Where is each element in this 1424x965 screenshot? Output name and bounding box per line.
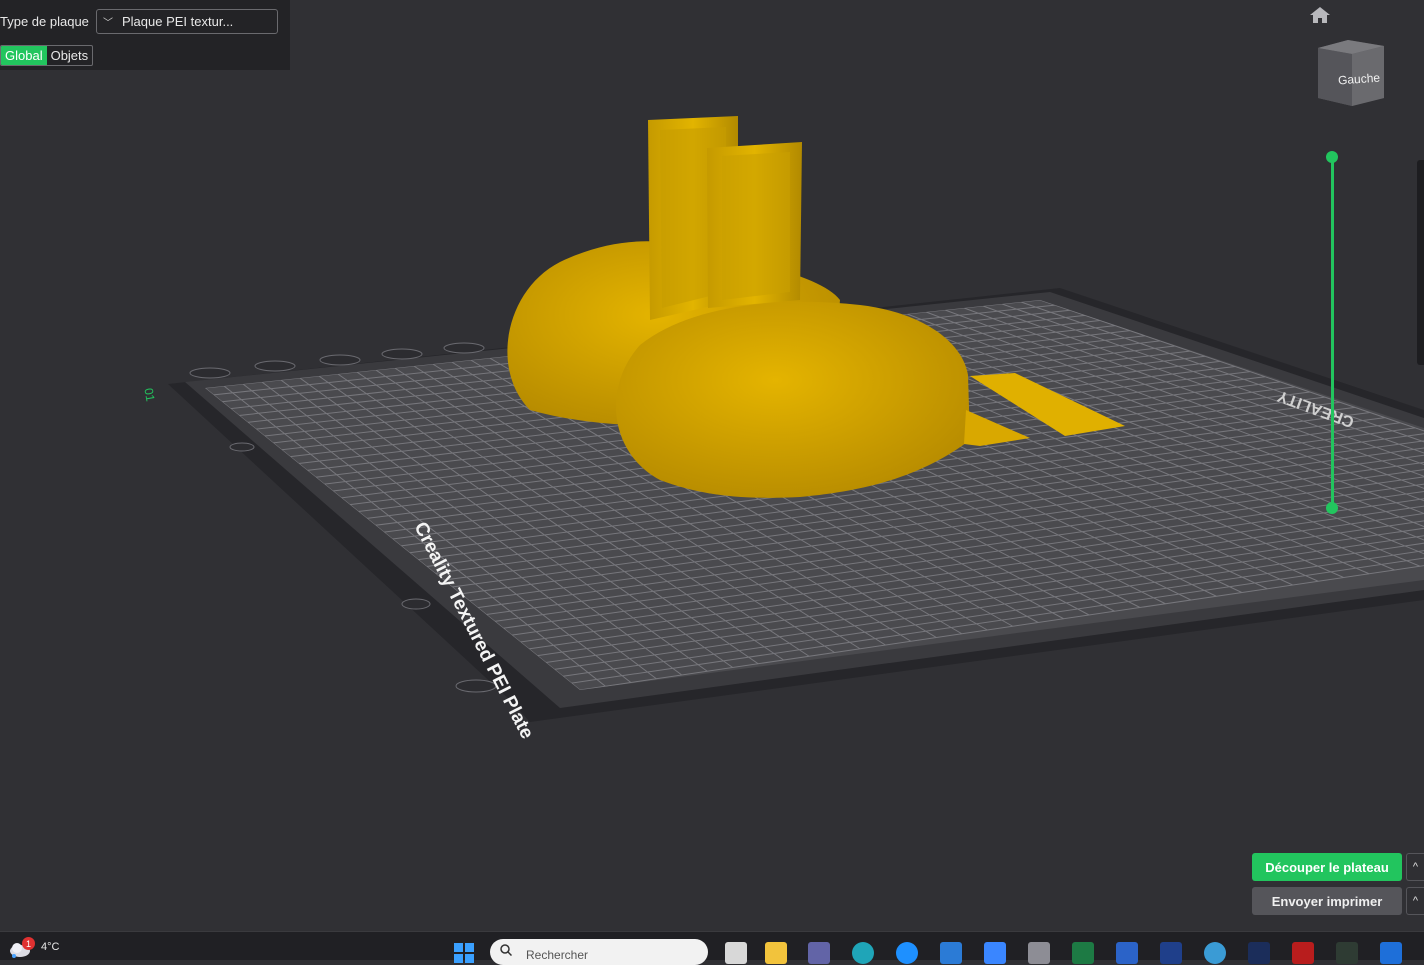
3d-app-icon[interactable] bbox=[984, 942, 1006, 964]
plate-type-label: Type de plaque bbox=[0, 14, 89, 29]
plate-type-value: Plaque PEI textur... bbox=[122, 14, 234, 29]
store-icon[interactable] bbox=[940, 942, 962, 964]
slicer-icon[interactable] bbox=[1336, 942, 1358, 964]
weather-temp: 4°C bbox=[41, 941, 60, 953]
browser-icon[interactable] bbox=[1204, 942, 1226, 964]
maps-icon[interactable] bbox=[1160, 942, 1182, 964]
task-view-icon[interactable] bbox=[725, 942, 747, 964]
edge-icon[interactable] bbox=[852, 942, 874, 964]
tab-global[interactable]: Global bbox=[1, 46, 47, 65]
chevron-down-icon: ﹀ bbox=[103, 18, 113, 29]
view-cube-label: Gauche bbox=[1337, 70, 1381, 88]
settings-panel: Type de plaque ﹀ Plaque PEI textur... Gl… bbox=[0, 0, 290, 70]
layer-slider[interactable] bbox=[1331, 158, 1334, 508]
taskbar: 1 4°C Rechercher bbox=[0, 931, 1424, 965]
slice-plate-button[interactable]: Découper le plateau bbox=[1252, 853, 1402, 881]
model-front-blob bbox=[615, 301, 970, 498]
search-icon bbox=[500, 944, 512, 956]
calculator-icon[interactable] bbox=[1028, 942, 1050, 964]
model-pillar-front-inner bbox=[722, 152, 790, 300]
3d-viewport[interactable]: 01 Creality Textured PEI Plate CREALITY bbox=[0, 0, 1424, 931]
home-icon[interactable] bbox=[1309, 6, 1331, 24]
lc-icon[interactable] bbox=[1292, 942, 1314, 964]
teams-icon[interactable] bbox=[808, 942, 830, 964]
plate-type-select[interactable]: ﹀ Plaque PEI textur... bbox=[96, 9, 278, 34]
tc-icon[interactable] bbox=[1248, 942, 1270, 964]
windows-start-icon[interactable] bbox=[453, 942, 475, 964]
help-icon[interactable] bbox=[896, 942, 918, 964]
search-placeholder: Rechercher bbox=[526, 948, 589, 962]
right-scrollbar[interactable] bbox=[1417, 160, 1424, 365]
tab-objets[interactable]: Objets bbox=[47, 46, 93, 65]
slice-options-button[interactable]: ^ bbox=[1406, 853, 1424, 881]
scope-toggle: Global Objets bbox=[0, 45, 94, 66]
excel-icon[interactable] bbox=[1072, 942, 1094, 964]
notification-badge: 1 bbox=[22, 937, 35, 950]
layer-slider-bottom-handle[interactable] bbox=[1326, 502, 1338, 514]
plate-number: 01 bbox=[141, 387, 157, 403]
creality-icon[interactable] bbox=[1380, 942, 1402, 964]
send-options-button[interactable]: ^ bbox=[1406, 887, 1424, 915]
scene-canvas[interactable]: 01 Creality Textured PEI Plate CREALITY bbox=[0, 0, 1424, 931]
send-print-button[interactable]: Envoyer imprimer bbox=[1252, 887, 1402, 915]
word-icon[interactable] bbox=[1116, 942, 1138, 964]
layer-slider-top-handle[interactable] bbox=[1326, 151, 1338, 163]
file-explorer-icon[interactable] bbox=[765, 942, 787, 964]
taskbar-search[interactable]: Rechercher bbox=[490, 939, 708, 965]
